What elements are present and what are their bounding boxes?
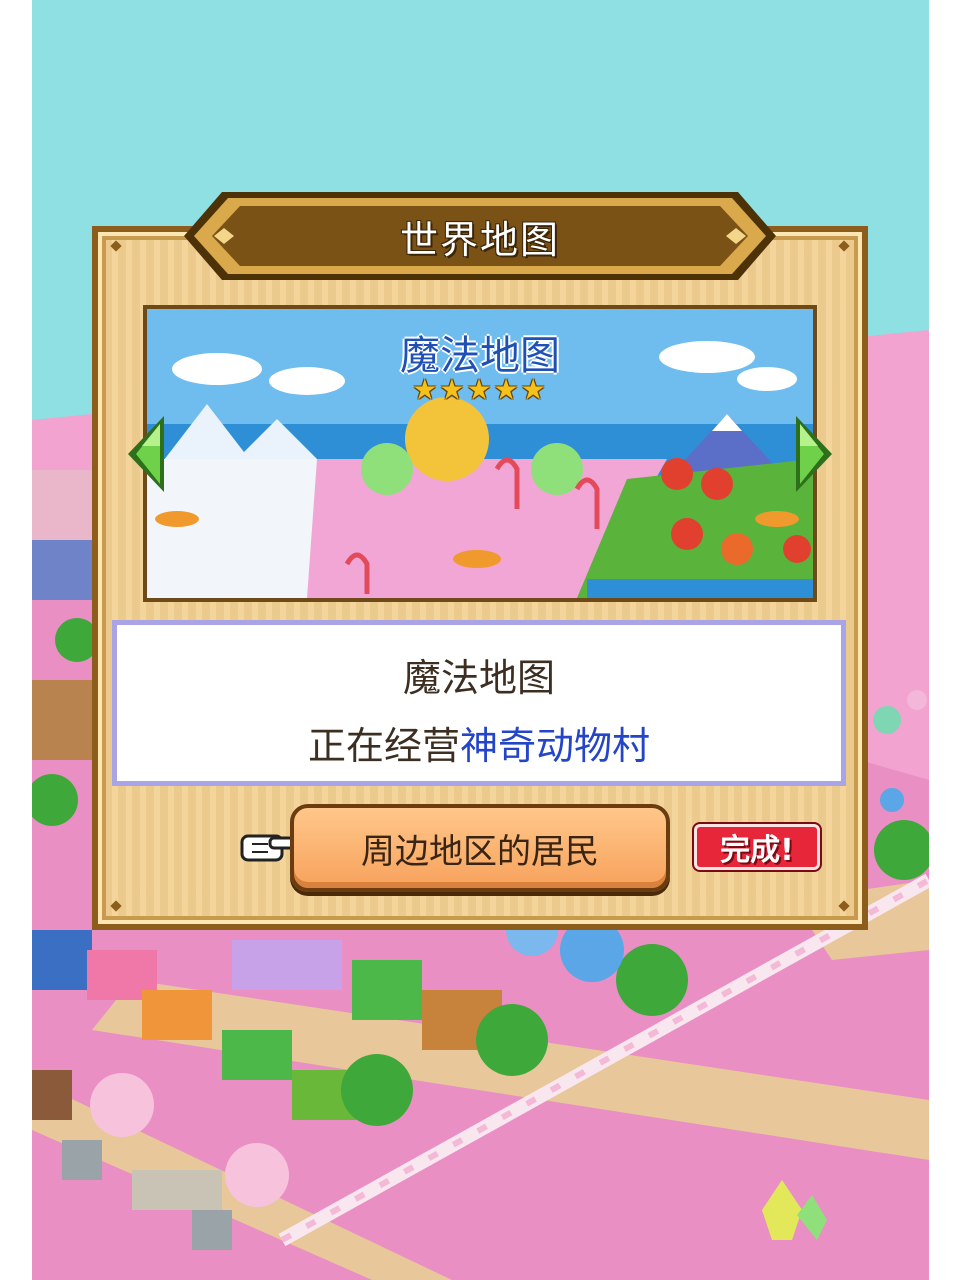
rivet-icon [838,240,850,252]
completed-badge: 完成! [694,824,820,870]
right-arrow-icon[interactable] [790,412,836,496]
game-screen: 世界地图 魔法地图 ★★★★★ 魔法地图 正在经营神奇动物村 周边地区的居民 完… [32,0,929,1280]
rivet-icon [110,900,122,912]
rivet-icon [110,240,122,252]
map-preview[interactable]: 魔法地图 ★★★★★ [143,305,817,602]
dialog-title: 世界地图 [399,217,560,262]
info-map-name: 魔法地图 [402,656,555,700]
map-info-box: 魔法地图 正在经营神奇动物村 [112,620,846,786]
status-prefix: 正在经营 [307,724,460,768]
rating-stars: ★★★★★ [412,373,548,406]
left-arrow-icon[interactable] [124,412,170,496]
neighbor-residents-button[interactable]: 周边地区的居民 [290,804,670,892]
village-name: 神奇动物村 [460,724,651,768]
dialog-title-plate: 世界地图 [182,188,778,284]
info-status-line: 正在经营神奇动物村 [117,715,841,770]
rivet-icon [838,900,850,912]
